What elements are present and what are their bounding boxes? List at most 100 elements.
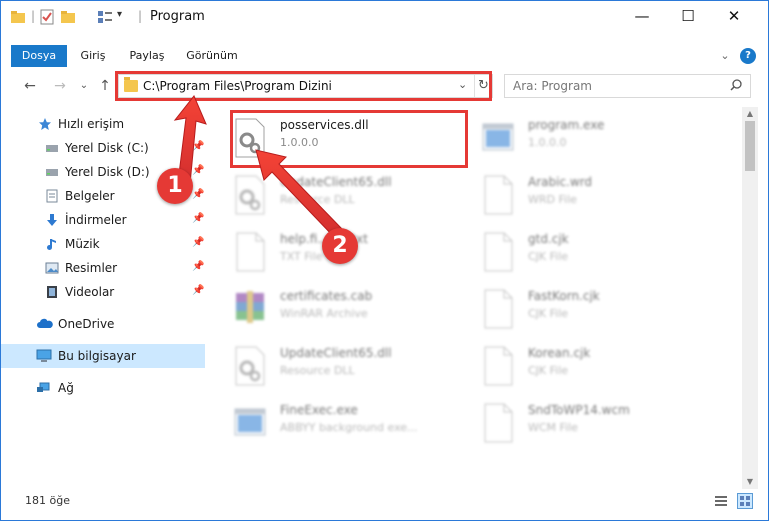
file-name: FastKorn.cjk <box>528 289 600 303</box>
properties-icon[interactable] <box>39 9 55 25</box>
computer-icon <box>36 349 52 362</box>
file-name: certificates.cab <box>280 289 373 303</box>
file-name: Arabic.wrd <box>528 175 593 189</box>
status-bar: 181 öğe <box>1 489 768 513</box>
scroll-up-icon[interactable]: ▲ <box>742 107 758 121</box>
expand-ribbon-icon[interactable]: ⌄ <box>717 45 733 67</box>
up-button[interactable]: ↑ <box>96 77 114 95</box>
sidebar-item-network[interactable]: Ağ <box>1 376 205 400</box>
scroll-down-icon[interactable]: ▼ <box>742 475 758 489</box>
documents-icon <box>46 189 58 203</box>
help-icon[interactable]: ? <box>740 48 756 64</box>
pin-icon: 📌 <box>192 213 205 224</box>
back-button[interactable]: ← <box>21 77 39 95</box>
forward-button[interactable]: → <box>51 77 69 95</box>
pin-icon: 📌 <box>192 237 205 248</box>
file-item[interactable]: Arabic.wrd WRD File <box>455 167 695 223</box>
pin-icon: 📌 <box>192 261 205 272</box>
sidebar-item-quick-access[interactable]: Hızlı erişim <box>1 112 205 136</box>
sidebar-item-label: Müzik <box>65 237 100 251</box>
file-item[interactable]: UpdateClient65.dll Resource DLL <box>207 167 447 223</box>
new-folder-icon[interactable] <box>60 9 76 25</box>
recent-locations-button[interactable]: ⌄ <box>75 77 93 95</box>
search-box[interactable]: Ara: Program <box>504 74 751 98</box>
details-view-icon[interactable] <box>714 494 728 508</box>
file-type: Resource DLL <box>280 193 355 206</box>
file-type: CJK File <box>528 250 569 263</box>
file-icon <box>482 232 514 272</box>
sidebar-item-label: Yerel Disk (C:) <box>65 141 149 155</box>
tab-view[interactable]: Görünüm <box>184 45 240 67</box>
sidebar-item-label: OneDrive <box>58 317 115 331</box>
pin-icon: 📌 <box>192 189 205 200</box>
sidebar-item-label: Belgeler <box>65 189 115 203</box>
large-icons-view-icon[interactable] <box>737 493 753 509</box>
file-icon <box>482 346 514 386</box>
vertical-scrollbar[interactable]: ▲ ▼ <box>742 107 758 489</box>
sidebar-item-onedrive[interactable]: OneDrive <box>1 312 205 336</box>
star-icon <box>39 118 51 130</box>
tab-file[interactable]: Dosya <box>11 45 67 67</box>
tab-share[interactable]: Paylaş <box>125 45 169 67</box>
navigation-pane: Hızlı erişim Yerel Disk (C:) 📌 Yerel Dis… <box>1 107 207 489</box>
file-icon <box>482 403 514 443</box>
file-icon <box>482 289 514 329</box>
file-item[interactable]: FineExec.exe ABBYY background exe... <box>207 395 447 451</box>
dll-icon <box>234 175 266 215</box>
file-type: 1.0.0.0 <box>528 136 567 149</box>
archive-icon <box>234 289 266 329</box>
search-icon <box>730 79 742 91</box>
view-options-icon[interactable] <box>97 9 113 25</box>
sidebar-item-label: Resimler <box>65 261 118 275</box>
file-item[interactable]: program.exe 1.0.0.0 <box>455 110 695 166</box>
tab-home[interactable]: Giriş <box>73 45 113 67</box>
customize-qat-icon[interactable]: ▾ <box>117 9 122 25</box>
cloud-icon <box>37 318 53 328</box>
file-type: WCM File <box>528 421 578 434</box>
drive-icon <box>46 169 58 176</box>
search-placeholder: Ara: Program <box>513 79 592 93</box>
sidebar-item-label: Bu bilgisayar <box>58 349 136 363</box>
sidebar-item-pictures[interactable]: Resimler 📌 <box>1 256 205 280</box>
dll-icon <box>234 346 266 386</box>
pictures-icon <box>45 262 59 274</box>
sidebar-item-disk-c[interactable]: Yerel Disk (C:) 📌 <box>1 136 205 160</box>
file-name: SndToWP14.wcm <box>528 403 630 417</box>
close-button[interactable]: ✕ <box>711 1 757 32</box>
pin-icon: 📌 <box>192 165 205 176</box>
step-2-badge: 2 <box>322 228 358 264</box>
sidebar-item-label: Videolar <box>65 285 115 299</box>
file-item[interactable]: gtd.cjk CJK File <box>455 224 695 280</box>
file-item[interactable]: SndToWP14.wcm WCM File <box>455 395 695 451</box>
sidebar-item-music[interactable]: Müzik 📌 <box>1 232 205 256</box>
file-name: FineExec.exe <box>280 403 358 417</box>
sidebar-item-label: Yerel Disk (D:) <box>65 165 150 179</box>
exe-icon <box>482 118 514 158</box>
file-icon <box>234 232 266 272</box>
sidebar-item-label: Hızlı erişim <box>58 117 125 131</box>
music-icon <box>47 239 56 250</box>
file-item[interactable]: UpdateClient65.dll Resource DLL <box>207 338 447 394</box>
sidebar-item-label: Ağ <box>58 381 74 395</box>
ribbon-tabs: Dosya Giriş Paylaş Görünüm ⌄ ? <box>1 45 768 67</box>
address-highlight-box <box>115 71 492 101</box>
file-item[interactable]: FastKorn.cjk CJK File <box>455 281 695 337</box>
file-type: TXT File <box>280 250 323 263</box>
explorer-window: | ▾ | Program — ☐ ✕ Dosya Giriş Paylaş G… <box>0 0 769 521</box>
folder-icon <box>11 11 25 23</box>
video-icon <box>47 286 57 298</box>
pin-icon: 📌 <box>192 141 205 152</box>
title-bar: | ▾ | Program — ☐ ✕ <box>1 1 768 32</box>
pin-icon: 📌 <box>192 285 205 296</box>
item-count: 181 öğe <box>25 494 70 507</box>
sidebar-item-videos[interactable]: Videolar 📌 <box>1 280 205 304</box>
scroll-thumb[interactable] <box>745 121 755 171</box>
file-item[interactable]: Korean.cjk CJK File <box>455 338 695 394</box>
maximize-button[interactable]: ☐ <box>665 1 711 32</box>
download-icon <box>47 214 57 226</box>
file-item[interactable]: certificates.cab WinRAR Archive <box>207 281 447 337</box>
sidebar-item-downloads[interactable]: İndirmeler 📌 <box>1 208 205 232</box>
minimize-button[interactable]: — <box>619 1 665 32</box>
drive-icon <box>46 145 58 152</box>
sidebar-item-this-pc[interactable]: Bu bilgisayar <box>1 344 205 368</box>
